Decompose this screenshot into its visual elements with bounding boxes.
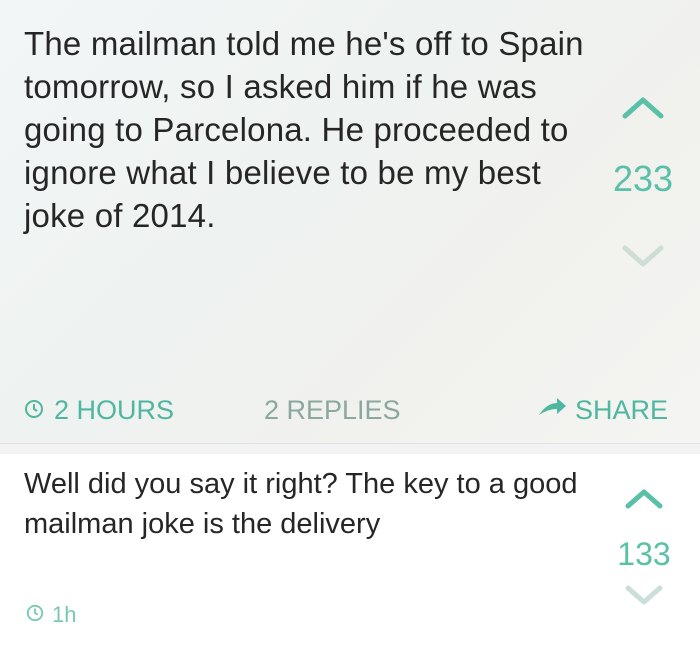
downvote-icon[interactable] [619,242,667,272]
reply-text: Well did you say it right? The key to a … [24,468,578,540]
post-meta-bar: 2 HOURS 2 REPLIES SHARE [0,395,700,435]
post-vote-count: 233 [612,158,674,199]
reply-vote-count: 133 [617,536,671,572]
upvote-icon[interactable] [619,92,667,122]
post-time-label: 2 HOURS [54,395,175,425]
upvote-icon[interactable] [622,484,666,512]
replies-link[interactable]: 2 REPLIES [264,395,401,426]
reply-item: Well did you say it right? The key to a … [0,454,700,648]
share-button[interactable]: SHARE [537,395,668,426]
reply-time-label: 1h [52,602,77,627]
share-arrow-icon [537,395,567,426]
original-post: The mailman told me he's off to Spain to… [0,0,700,443]
clock-icon [24,395,44,426]
reply-time: 1h [26,602,76,628]
reply-vote-widget: 133 [604,484,684,634]
post-time: 2 HOURS [24,395,174,426]
share-label: SHARE [574,395,668,425]
downvote-icon[interactable] [622,582,666,610]
post-text: The mailman told me he's off to Spain to… [24,25,584,234]
post-vote-widget: 233 [598,92,688,292]
clock-icon [26,602,44,628]
